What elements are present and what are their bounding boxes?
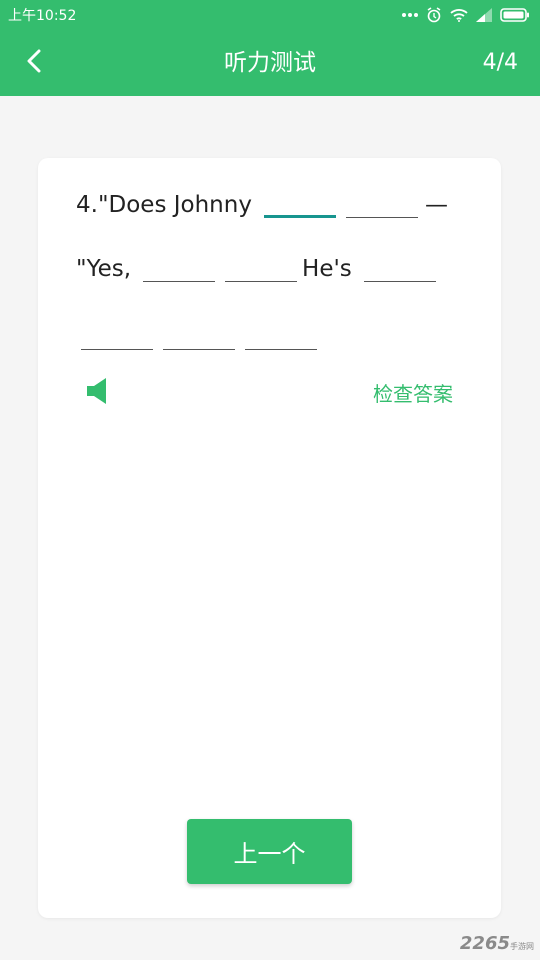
question-line-3 — [76, 324, 322, 350]
question-line-2: "Yes, He's — [76, 256, 441, 282]
answer-blank-5[interactable] — [363, 256, 436, 282]
wifi-icon — [450, 8, 468, 22]
speaker-icon[interactable] — [84, 376, 114, 406]
answer-blank-2[interactable] — [345, 192, 418, 218]
question-line-1: 4."Does Johnny — — [76, 192, 448, 218]
answer-blank-8[interactable] — [245, 324, 317, 350]
answer-blank-3[interactable] — [143, 256, 216, 282]
answer-blank-6[interactable] — [81, 324, 153, 350]
status-icons — [402, 7, 530, 23]
status-bar: 上午10:52 — [0, 0, 540, 30]
more-dots-icon — [402, 12, 418, 18]
page-title: 听力测试 — [224, 50, 316, 76]
alarm-icon — [426, 7, 442, 23]
question-card: 4."Does Johnny — "Yes, He's 检查答案 上一个 — [38, 158, 501, 918]
check-answer-link[interactable]: 检查答案 — [373, 378, 453, 407]
previous-button[interactable]: 上一个 — [187, 819, 352, 884]
question-counter: 4/4 — [482, 50, 518, 75]
battery-icon — [500, 8, 530, 22]
answer-blank-4[interactable] — [225, 256, 298, 282]
app-bar: 听力测试 4/4 — [0, 30, 540, 96]
watermark-logo: 2265手游网 — [459, 933, 534, 954]
question-text-1: 4."Does Johnny — [76, 192, 252, 218]
answer-blank-7[interactable] — [163, 324, 235, 350]
status-time: 上午10:52 — [8, 8, 77, 24]
dash-text: — — [424, 192, 448, 218]
question-text-2: "Yes, — [76, 256, 132, 282]
signal-icon — [476, 8, 492, 22]
question-text-3: He's — [302, 256, 352, 282]
answer-blank-1[interactable] — [263, 192, 336, 218]
